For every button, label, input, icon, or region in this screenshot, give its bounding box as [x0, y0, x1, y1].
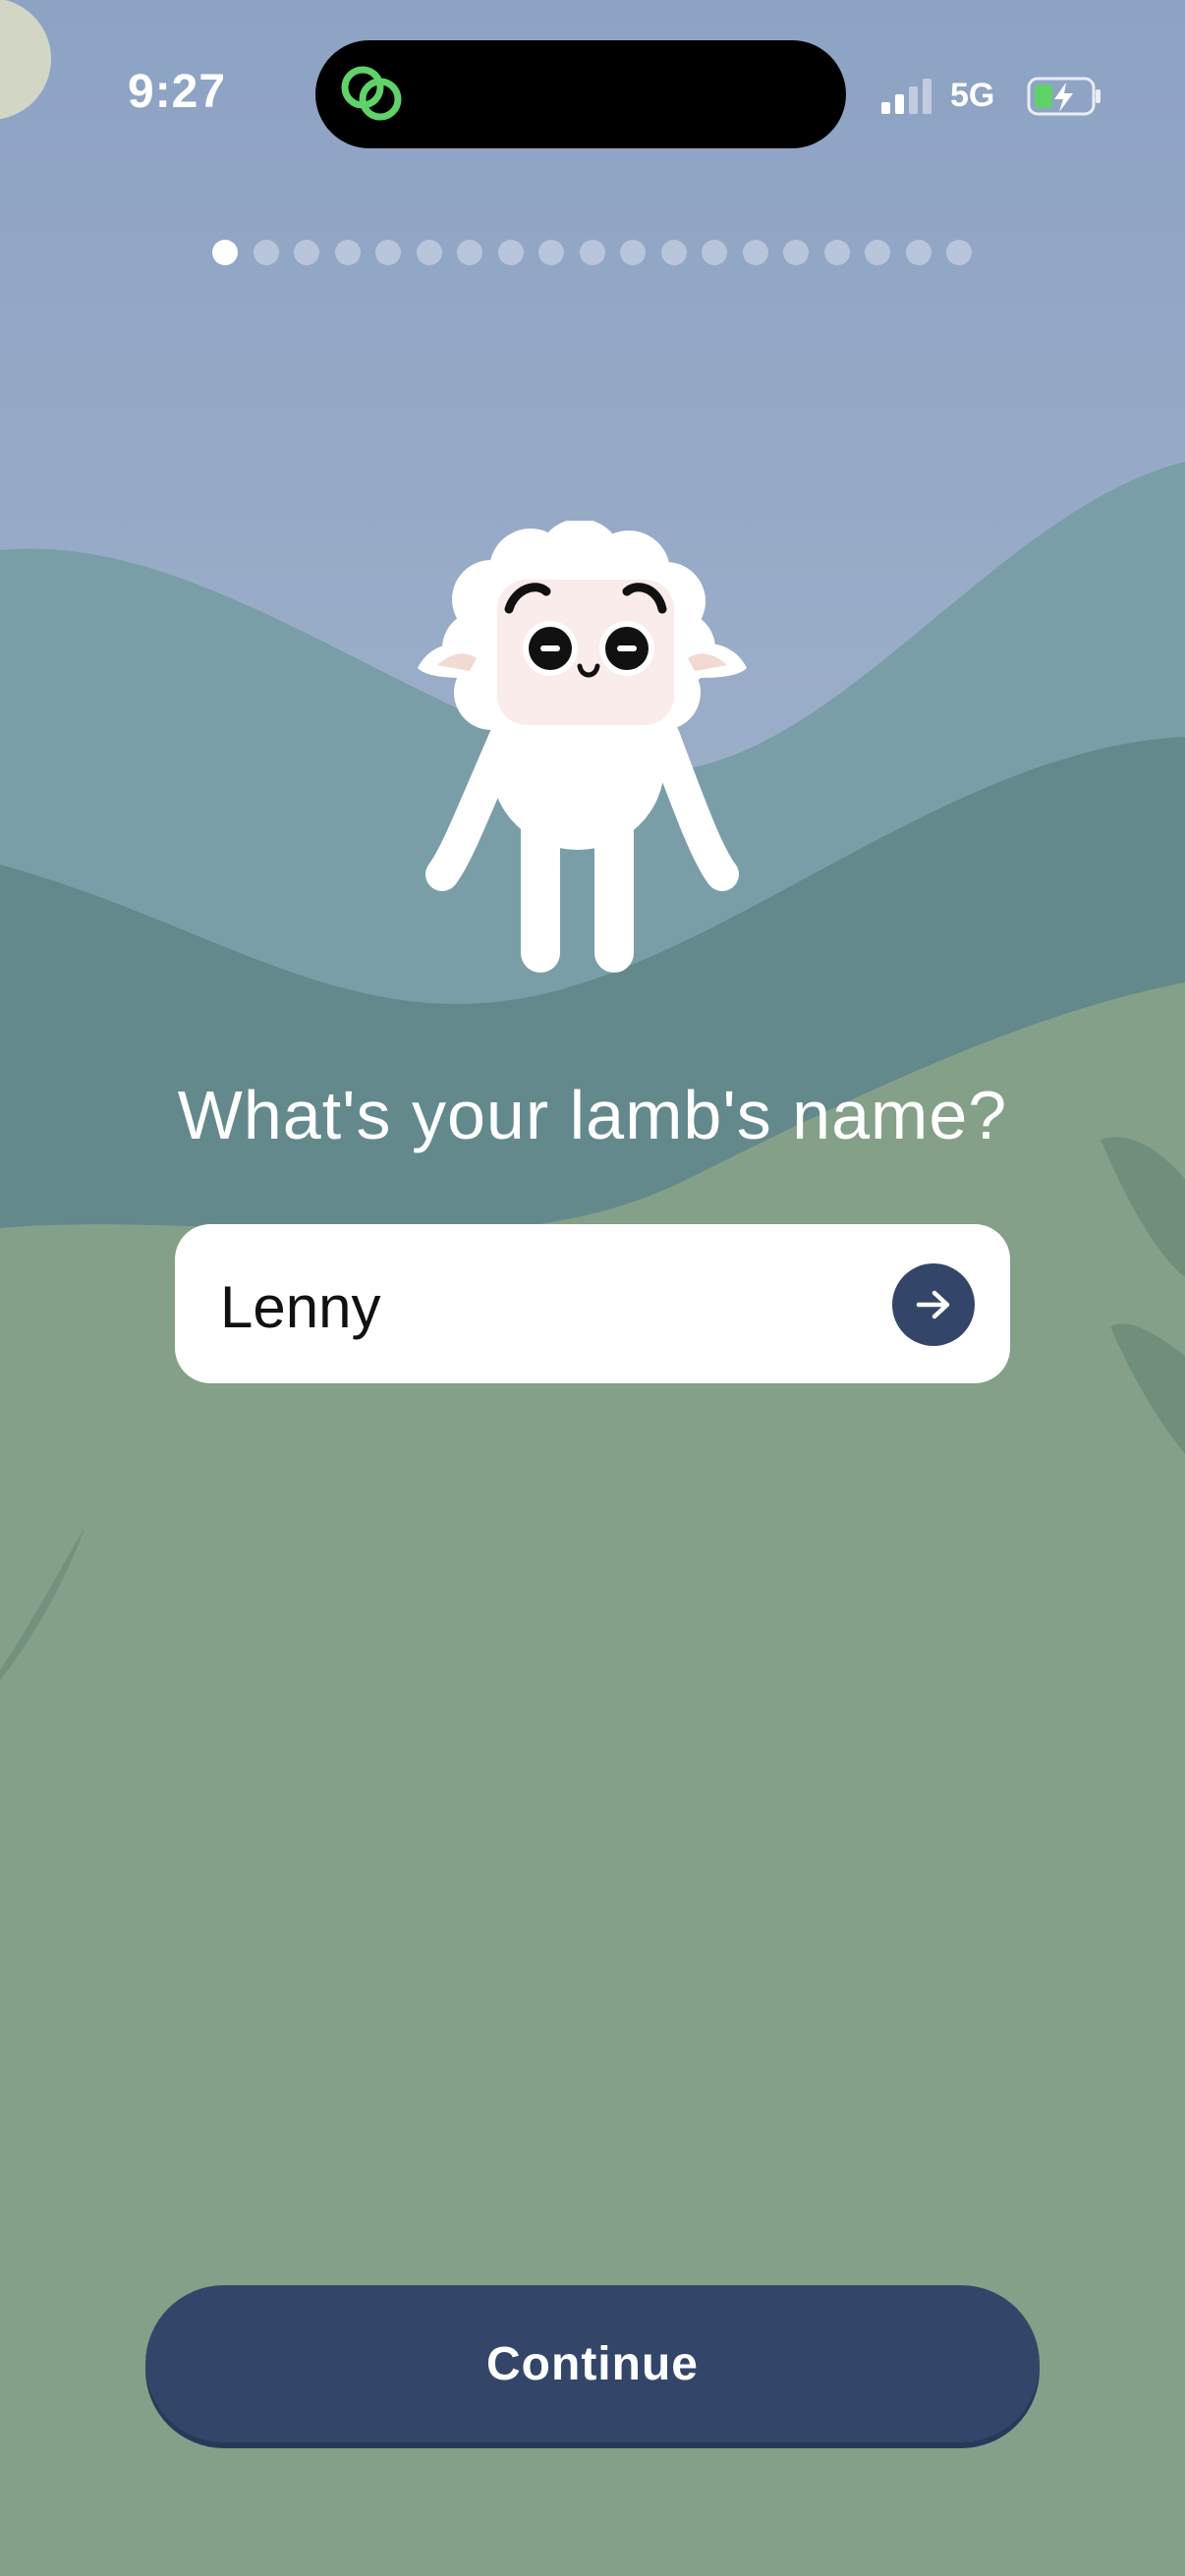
- progress-dot: [457, 240, 482, 265]
- network-label: 5G: [950, 77, 995, 114]
- progress-dot: [823, 240, 850, 265]
- progress-dot: [905, 240, 931, 265]
- progress-dot: [538, 240, 564, 265]
- dynamic-island: [315, 40, 846, 148]
- continue-button[interactable]: Continue: [145, 2285, 1040, 2442]
- continue-button-label: Continue: [486, 2337, 699, 2390]
- progress-dot: [783, 240, 809, 265]
- progress-dot: [334, 240, 361, 265]
- submit-name-button[interactable]: [892, 1263, 975, 1346]
- progress-dot: [294, 240, 319, 265]
- progress-dot: [416, 240, 442, 265]
- signal-icon: [881, 79, 931, 114]
- battery-charging-icon: [1027, 77, 1100, 116]
- lamb-name-input[interactable]: Lenny: [175, 1224, 1010, 1383]
- name-question-heading: What's your lamb's name?: [177, 1077, 1008, 1153]
- app-link-icon: [341, 66, 402, 121]
- progress-dot: [253, 240, 279, 265]
- progress-dot: [702, 240, 727, 265]
- progress-dots: [0, 240, 1185, 269]
- progress-dot: [620, 240, 646, 265]
- arrow-right-icon: [916, 1290, 950, 1319]
- lamb-name-value[interactable]: Lenny: [220, 1273, 380, 1341]
- progress-dot: [660, 240, 687, 265]
- progress-dot: [742, 240, 768, 265]
- onboarding-screen: 9:27 5G What's your lamb's name? Lenny C…: [0, 0, 1185, 2576]
- status-bar: 9:27 5G: [0, 0, 1185, 196]
- progress-dot: [375, 240, 401, 265]
- lamb-illustration: [418, 521, 747, 973]
- status-time: 9:27: [128, 66, 227, 118]
- progress-dot: [579, 240, 605, 265]
- progress-dot: [946, 240, 972, 265]
- progress-dot: [212, 240, 238, 265]
- progress-dot: [865, 240, 890, 265]
- progress-dot: [497, 240, 524, 265]
